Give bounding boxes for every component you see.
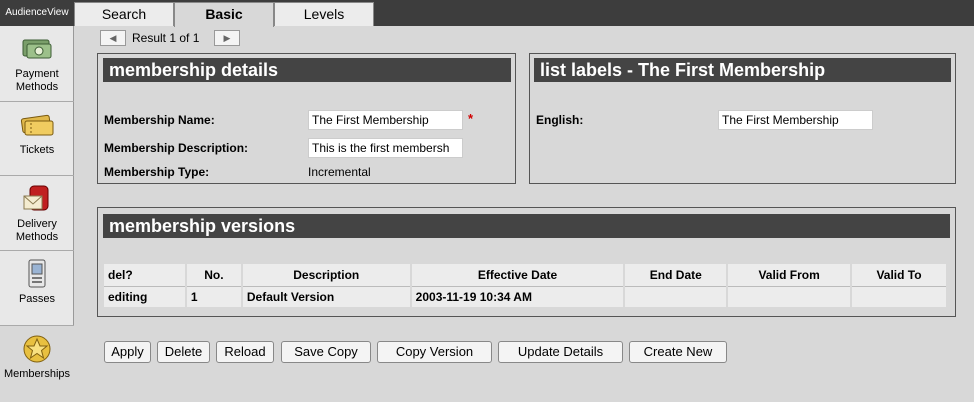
membership-details-title: membership details — [103, 58, 511, 82]
sidebar-item-label: Payment Methods — [15, 68, 59, 93]
cell-effective-date: 2003-11-19 10:34 AM — [410, 286, 626, 307]
tab-basic[interactable]: Basic — [174, 2, 274, 27]
membership-versions-table: del? No. Description Effective Date End … — [104, 264, 948, 307]
passes-icon — [28, 259, 46, 288]
tab-levels[interactable]: Levels — [274, 2, 374, 26]
membership-description-input[interactable]: This is the first membersh — [308, 138, 463, 158]
membership-versions-title: membership versions — [103, 214, 950, 238]
tab-search[interactable]: Search — [74, 2, 174, 26]
copy-version-button[interactable]: Copy Version — [377, 341, 492, 363]
membership-type-label: Membership Type: — [104, 165, 210, 179]
apply-button[interactable]: Apply — [104, 341, 151, 363]
cell-description: Default Version — [241, 286, 412, 307]
cell-end-date — [624, 286, 729, 307]
payment-methods-icon — [22, 39, 52, 59]
sidebar-item-passes[interactable]: Passes — [0, 251, 74, 326]
membership-name-label: Membership Name: — [104, 113, 215, 127]
delete-button[interactable]: Delete — [157, 341, 210, 363]
column-header-end-date: End Date — [624, 264, 729, 287]
cell-valid-from — [727, 286, 853, 307]
sidebar: Payment Methods Tickets Delivery Methods… — [0, 26, 74, 402]
save-copy-button[interactable]: Save Copy — [281, 341, 371, 363]
sidebar-item-label: Passes — [18, 293, 56, 305]
delivery-methods-icon — [23, 185, 49, 211]
reload-button[interactable]: Reload — [216, 341, 274, 363]
create-new-button[interactable]: Create New — [629, 341, 727, 363]
sidebar-item-payment-methods[interactable]: Payment Methods — [0, 26, 74, 102]
table-row[interactable]: editing 1 Default Version 2003-11-19 10:… — [104, 286, 948, 307]
app-title: AudienceView — [0, 0, 74, 26]
membership-name-input[interactable]: The First Membership — [308, 110, 463, 130]
result-counter: Result 1 of 1 — [132, 31, 200, 45]
memberships-icon — [23, 335, 51, 363]
column-header-valid-to: Valid To — [851, 264, 948, 287]
english-label: English: — [536, 113, 584, 127]
table-header-row: del? No. Description Effective Date End … — [104, 264, 948, 287]
column-header-del: del? — [104, 264, 187, 287]
column-header-effective-date: Effective Date — [410, 264, 626, 287]
sidebar-item-label: Delivery Methods — [15, 218, 59, 243]
english-label-input[interactable]: The First Membership — [718, 110, 873, 130]
required-indicator: * — [468, 111, 474, 126]
list-labels-title: list labels - The First Membership — [534, 58, 951, 82]
sidebar-item-delivery-methods[interactable]: Delivery Methods — [0, 176, 74, 251]
next-result-button[interactable]: ▶ — [214, 30, 240, 46]
sidebar-item-tickets[interactable]: Tickets — [0, 102, 74, 176]
tickets-icon — [20, 114, 54, 136]
update-details-button[interactable]: Update Details — [498, 341, 623, 363]
membership-description-label: Membership Description: — [104, 141, 249, 155]
column-header-valid-from: Valid From — [727, 264, 853, 287]
cell-no: 1 — [185, 286, 243, 307]
cell-valid-to — [851, 286, 948, 307]
cell-del[interactable]: editing — [104, 286, 187, 307]
previous-result-button[interactable]: ◀ — [100, 30, 126, 46]
column-header-no: No. — [185, 264, 243, 287]
sidebar-item-label: Tickets — [19, 144, 55, 156]
membership-type-value: Incremental — [308, 165, 371, 179]
column-header-description: Description — [241, 264, 412, 287]
sidebar-item-label: Memberships — [3, 368, 71, 380]
sidebar-item-memberships[interactable]: Memberships — [0, 326, 74, 402]
